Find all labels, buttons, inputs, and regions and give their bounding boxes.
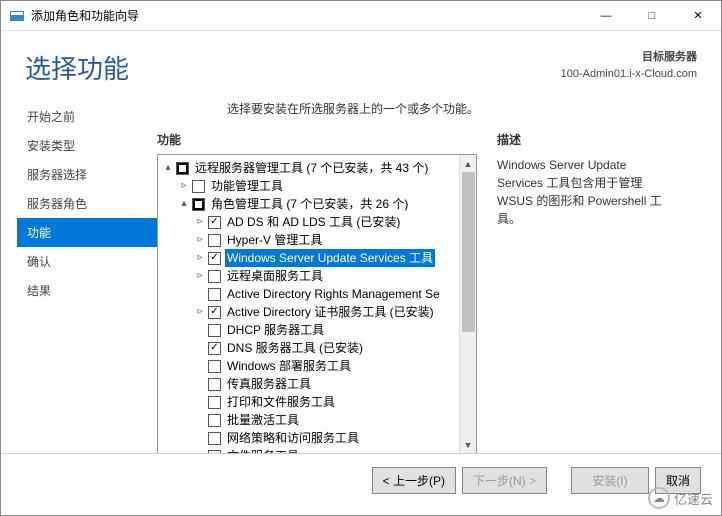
tree-node-label: AD DS 和 AD LDS 工具 (已安装) [225,213,402,231]
nav-item-1[interactable]: 安装类型 [17,131,157,160]
tree-node-label: 远程桌面服务工具 [225,267,325,285]
tree-node[interactable]: DNS 服务器工具 (已安装) [158,339,476,357]
description-heading: 描述 [497,131,667,148]
nav-item-3[interactable]: 服务器角色 [17,189,157,218]
checkbox[interactable] [208,234,221,247]
page-title: 选择功能 [25,49,129,86]
tree-node-label: DHCP 服务器工具 [225,321,326,339]
tree-node-label: Active Directory 证书服务工具 (已安装) [225,303,436,321]
next-button[interactable]: 下一步(N) > [462,467,547,494]
app-icon [9,8,25,24]
target-server-info: 目标服务器 100-Admin01.i-x-Cloud.com [561,49,697,82]
tree-node[interactable]: DHCP 服务器工具 [158,321,476,339]
previous-button[interactable]: < 上一步(P) [372,467,456,494]
target-server-label: 目标服务器 [561,49,697,66]
checkbox[interactable] [208,414,221,427]
tree-node[interactable]: ▹ Active Directory 证书服务工具 (已安装) [158,303,476,321]
tree-node[interactable]: ▴ 角色管理工具 (7 个已安装，共 26 个) [158,195,476,213]
expand-icon[interactable]: ▴ [178,195,190,213]
wizard-footer: < 上一步(P) 下一步(N) > 安装(I) 取消 [1,453,721,515]
checkbox[interactable] [208,270,221,283]
watermark: ☁ 亿速云 [648,487,713,509]
tree-node-label: 功能管理工具 [209,177,285,195]
expand-icon[interactable]: ▹ [194,249,206,267]
scroll-down-button[interactable]: ▼ [460,436,476,453]
tree-node[interactable]: ▹ Hyper-V 管理工具 [158,231,476,249]
expand-icon[interactable]: ▹ [194,213,206,231]
expand-icon[interactable]: ▹ [194,267,206,285]
nav-item-6[interactable]: 结果 [17,276,157,305]
title-bar: 添加角色和功能向导 — □ ✕ [1,1,721,31]
tree-node-label: 打印和文件服务工具 [225,393,337,411]
scroll-up-button[interactable]: ▲ [460,155,476,172]
nav-item-4[interactable]: 功能 [17,218,157,247]
expand-icon[interactable]: ▹ [178,177,190,195]
checkbox[interactable] [208,360,221,373]
checkbox[interactable] [192,198,205,211]
checkbox[interactable] [208,342,221,355]
tree-node-label: 网络策略和访问服务工具 [225,429,361,447]
checkbox[interactable] [208,378,221,391]
scroll-thumb[interactable] [462,172,475,332]
tree-node[interactable]: 批量激活工具 [158,411,476,429]
maximize-button[interactable]: □ [629,1,675,31]
cloud-icon: ☁ [648,487,670,509]
nav-item-5[interactable]: 确认 [17,247,157,276]
nav-item-2[interactable]: 服务器选择 [17,160,157,189]
tree-node-label: Windows 部署服务工具 [225,357,353,375]
tree-node-label: 角色管理工具 (7 个已安装，共 26 个) [209,195,410,213]
target-server-name: 100-Admin01.i-x-Cloud.com [561,66,697,83]
expand-icon[interactable]: ▹ [194,231,206,249]
description-body: Windows Server Update Services 工具包含用于管理 … [497,156,667,228]
window-title: 添加角色和功能向导 [31,7,583,24]
tree-node-label: DNS 服务器工具 (已安装) [225,339,365,357]
tree-node-label: Active Directory Rights Management Se [225,285,442,303]
close-button[interactable]: ✕ [675,1,721,31]
wizard-nav: 开始之前安装类型服务器选择服务器角色功能确认结果 [17,98,157,454]
tree-node-label: 批量激活工具 [225,411,301,429]
install-button[interactable]: 安装(I) [571,467,649,494]
tree-node-label: 远程服务器管理工具 (7 个已安装，共 43 个) [193,159,430,177]
header: 选择功能 目标服务器 100-Admin01.i-x-Cloud.com [1,31,721,98]
checkbox[interactable] [208,396,221,409]
tree-scrollbar[interactable]: ▲ ▼ [459,155,476,453]
checkbox[interactable] [208,306,221,319]
minimize-button[interactable]: — [583,1,629,31]
tree-node[interactable]: Active Directory Rights Management Se [158,285,476,303]
expand-icon[interactable]: ▹ [194,303,206,321]
tree-node[interactable]: 打印和文件服务工具 [158,393,476,411]
checkbox[interactable] [208,216,221,229]
nav-item-0[interactable]: 开始之前 [17,102,157,131]
instruction-text: 选择要安装在所选服务器上的一个或多个功能。 [227,100,705,117]
tree-node-label: Windows Server Update Services 工具 [225,249,435,267]
tree-node[interactable]: ▹ 远程桌面服务工具 [158,267,476,285]
tree-node[interactable]: 传真服务器工具 [158,375,476,393]
checkbox[interactable] [208,432,221,445]
checkbox[interactable] [208,324,221,337]
tree-node[interactable]: ▹ 功能管理工具 [158,177,476,195]
checkbox[interactable] [208,252,221,265]
tree-node[interactable]: ▴ 远程服务器管理工具 (7 个已安装，共 43 个) [158,159,476,177]
tree-node[interactable]: 网络策略和访问服务工具 [158,429,476,447]
tree-node[interactable]: ▹ AD DS 和 AD LDS 工具 (已安装) [158,213,476,231]
tree-node-label: Hyper-V 管理工具 [225,231,324,249]
checkbox[interactable] [192,180,205,193]
checkbox[interactable] [208,288,221,301]
features-heading: 功能 [157,131,477,148]
tree-node-label: 传真服务器工具 [225,375,313,393]
watermark-text: 亿速云 [674,489,713,508]
tree-node[interactable]: Windows 部署服务工具 [158,357,476,375]
features-tree[interactable]: ▴远程服务器管理工具 (7 个已安装，共 43 个)▹功能管理工具▴角色管理工具… [157,154,477,454]
checkbox[interactable] [176,162,189,175]
tree-node[interactable]: ▹ Windows Server Update Services 工具 [158,249,476,267]
expand-icon[interactable]: ▴ [162,159,174,177]
